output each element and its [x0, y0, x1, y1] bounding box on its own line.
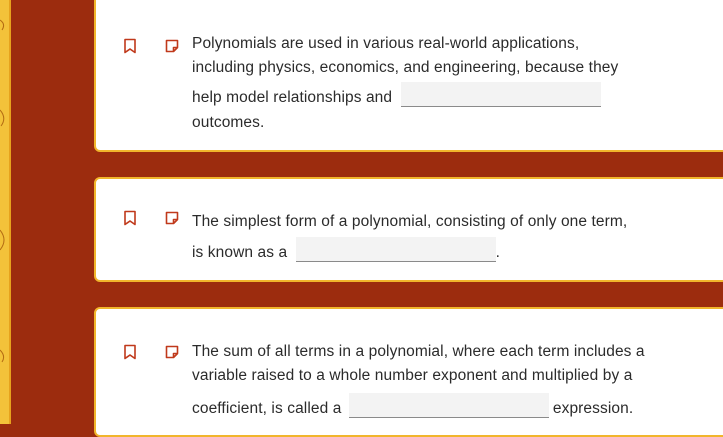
question-line: variable raised to a whole number expone…: [192, 367, 633, 384]
question-line: is known as a: [192, 244, 288, 261]
question-line: expression.: [552, 400, 634, 417]
decorative-strip: [0, 0, 11, 424]
question-line: outcomes.: [192, 114, 265, 131]
bookmark-icon[interactable]: [122, 210, 138, 231]
note-icon[interactable]: [164, 38, 180, 59]
question-line: help model relationships and: [192, 89, 393, 106]
answer-blank-input[interactable]: [400, 82, 601, 107]
answer-blank-input[interactable]: [348, 393, 549, 418]
answer-blank-input[interactable]: [295, 237, 496, 262]
note-icon[interactable]: [164, 210, 180, 231]
question-card-1: Polynomials are used in various real-wor…: [94, 0, 723, 152]
bookmark-icon[interactable]: [122, 38, 138, 59]
question-line: including physics, economics, and engine…: [192, 59, 619, 76]
question-card-2: The simplest form of a polynomial, consi…: [94, 177, 723, 282]
note-icon[interactable]: [164, 344, 180, 365]
bookmark-icon[interactable]: [122, 344, 138, 365]
question-card-3: The sum of all terms in a polynomial, wh…: [94, 307, 723, 437]
question-line: coefficient, is called a: [192, 400, 342, 417]
question-line: The simplest form of a polynomial, consi…: [192, 213, 628, 230]
question-line: The sum of all terms in a polynomial, wh…: [192, 343, 645, 360]
question-line: Polynomials are used in various real-wor…: [192, 35, 580, 52]
question-line: .: [495, 244, 501, 261]
